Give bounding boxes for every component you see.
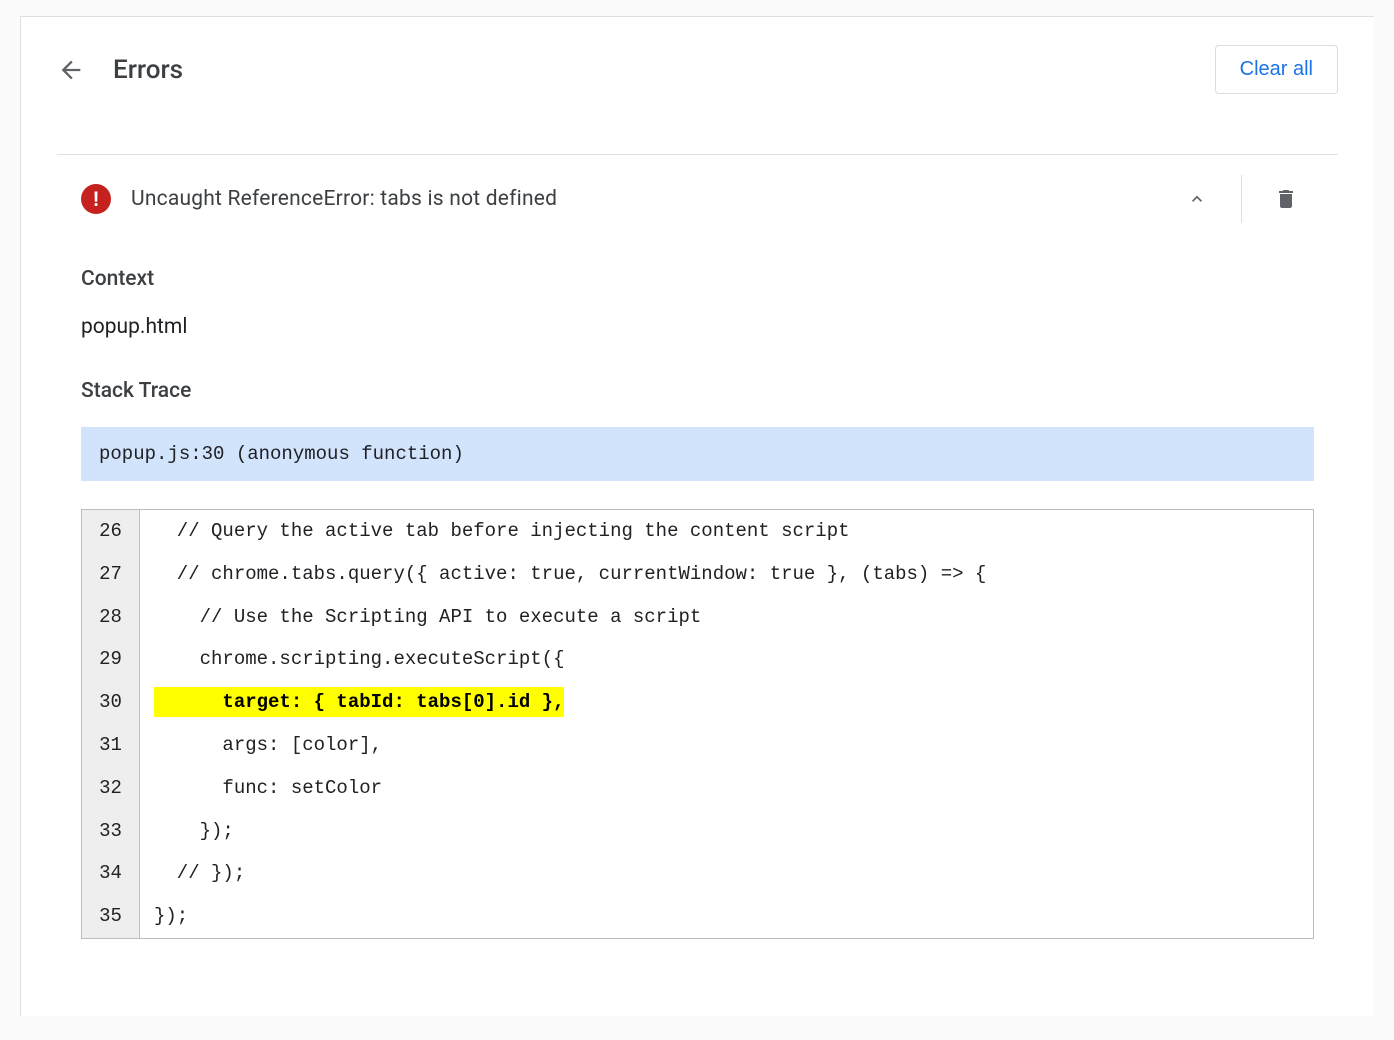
error-icon: ! bbox=[81, 184, 111, 214]
code-row: 30 target: { tabId: tabs[0].id }, bbox=[82, 681, 1313, 724]
chevron-up-icon bbox=[1187, 189, 1207, 209]
line-number: 32 bbox=[82, 767, 140, 810]
code-row: 28 // Use the Scripting API to execute a… bbox=[82, 596, 1313, 639]
line-number: 28 bbox=[82, 596, 140, 639]
trash-icon bbox=[1274, 187, 1298, 211]
error-header-left: ! Uncaught ReferenceError: tabs is not d… bbox=[81, 184, 557, 214]
code-content: // chrome.tabs.query({ active: true, cur… bbox=[140, 553, 1313, 596]
context-heading: Context bbox=[81, 267, 1314, 291]
arrow-left-icon bbox=[57, 56, 85, 84]
line-number: 31 bbox=[82, 724, 140, 767]
code-content: args: [color], bbox=[140, 724, 1313, 767]
code-content: target: { tabId: tabs[0].id }, bbox=[140, 681, 1313, 724]
error-message: Uncaught ReferenceError: tabs is not def… bbox=[131, 187, 557, 211]
header: Errors Clear all bbox=[21, 17, 1374, 122]
code-row: 32 func: setColor bbox=[82, 767, 1313, 810]
divider bbox=[1241, 175, 1242, 223]
collapse-button[interactable] bbox=[1177, 179, 1217, 219]
back-button[interactable] bbox=[57, 56, 85, 84]
line-number: 29 bbox=[82, 638, 140, 681]
line-number: 27 bbox=[82, 553, 140, 596]
line-number: 33 bbox=[82, 810, 140, 853]
code-row: 26 // Query the active tab before inject… bbox=[82, 510, 1313, 553]
code-row: 31 args: [color], bbox=[82, 724, 1313, 767]
line-number: 34 bbox=[82, 852, 140, 895]
code-row: 33 }); bbox=[82, 810, 1313, 853]
code-content: // }); bbox=[140, 852, 1313, 895]
page-title: Errors bbox=[113, 55, 183, 85]
error-header-right bbox=[1177, 175, 1314, 223]
code-row: 35}); bbox=[82, 895, 1313, 938]
code-content: }); bbox=[140, 895, 1313, 938]
line-number: 30 bbox=[82, 681, 140, 724]
line-number: 26 bbox=[82, 510, 140, 553]
error-body: Context popup.html Stack Trace popup.js:… bbox=[57, 243, 1338, 939]
clear-all-button[interactable]: Clear all bbox=[1215, 45, 1338, 94]
code-row: 34 // }); bbox=[82, 852, 1313, 895]
code-content: chrome.scripting.executeScript({ bbox=[140, 638, 1313, 681]
code-content: // Query the active tab before injecting… bbox=[140, 510, 1313, 553]
error-header: ! Uncaught ReferenceError: tabs is not d… bbox=[57, 155, 1338, 243]
code-block: 26 // Query the active tab before inject… bbox=[81, 509, 1314, 939]
line-number: 35 bbox=[82, 895, 140, 938]
code-row: 29 chrome.scripting.executeScript({ bbox=[82, 638, 1313, 681]
error-card: ! Uncaught ReferenceError: tabs is not d… bbox=[57, 154, 1338, 939]
page-container: Errors Clear all ! Uncaught ReferenceErr… bbox=[20, 16, 1374, 1016]
stack-trace-location[interactable]: popup.js:30 (anonymous function) bbox=[81, 427, 1314, 481]
code-content: }); bbox=[140, 810, 1313, 853]
header-left: Errors bbox=[57, 55, 183, 85]
code-row: 27 // chrome.tabs.query({ active: true, … bbox=[82, 553, 1313, 596]
code-content: func: setColor bbox=[140, 767, 1313, 810]
code-content: // Use the Scripting API to execute a sc… bbox=[140, 596, 1313, 639]
context-value: popup.html bbox=[81, 315, 1314, 339]
stack-trace-heading: Stack Trace bbox=[81, 379, 1314, 403]
delete-button[interactable] bbox=[1266, 179, 1306, 219]
